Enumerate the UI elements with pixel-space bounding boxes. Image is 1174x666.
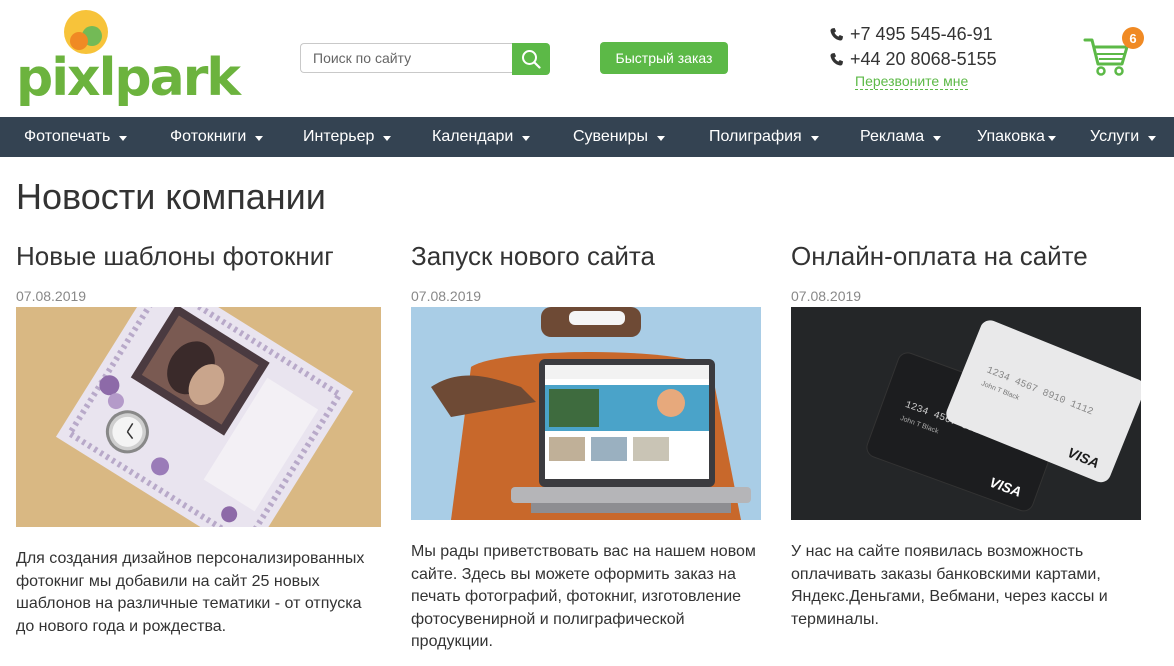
nav-item-interior[interactable]: Интерьер bbox=[303, 117, 392, 157]
news-image-new-site[interactable] bbox=[411, 307, 761, 520]
nav-item-label: Фотопечать bbox=[24, 128, 111, 145]
nav-item-label: Календари bbox=[432, 128, 514, 145]
phone-number: +7 495 545-46-91 bbox=[850, 24, 993, 44]
phone-list: +7 495 545-46-91 +44 20 8068-5155 bbox=[829, 22, 997, 72]
phone-number: +44 20 8068-5155 bbox=[850, 49, 997, 69]
chevron-down-icon bbox=[255, 135, 264, 141]
news-date: 07.08.2019 bbox=[411, 288, 482, 304]
news-text: Для создания дизайнов персонализированны… bbox=[16, 550, 365, 635]
nav-item-label: Услуги bbox=[1090, 128, 1140, 145]
nav-item-advertising[interactable]: Реклама bbox=[860, 117, 942, 157]
laptop-illustration bbox=[411, 307, 761, 520]
logo-text: pixlpark bbox=[16, 48, 241, 108]
chevron-down-icon bbox=[933, 135, 942, 141]
nav-item-services[interactable]: Услуги bbox=[1090, 117, 1157, 157]
news-image-online-payment[interactable]: 1234 4567 8910 1112 John T Black VISA 12… bbox=[791, 307, 1141, 520]
phone-icon bbox=[830, 52, 844, 66]
chevron-down-icon bbox=[656, 135, 665, 141]
nav-item-photoprint[interactable]: Фотопечать bbox=[24, 117, 128, 157]
news-title[interactable]: Онлайн-оплата на сайте bbox=[791, 240, 1143, 272]
quick-order-button[interactable]: Быстрый заказ bbox=[600, 42, 728, 74]
chevron-down-icon bbox=[810, 135, 819, 141]
news-item: Новые шаблоны фотокниг 07.08.2019 Для со… bbox=[16, 240, 384, 638]
bank-cards-illustration: 1234 4567 8910 1112 John T Black VISA 12… bbox=[791, 307, 1141, 520]
page-title: Новости компании bbox=[16, 176, 326, 217]
news-item: Запуск нового сайта 07.08.2019 Мы рады п… bbox=[411, 240, 767, 654]
pixlpark-logo[interactable]: pixlpark bbox=[16, 10, 241, 110]
nav-item-label: Реклама bbox=[860, 128, 925, 145]
search-input[interactable] bbox=[300, 43, 512, 73]
callback-link[interactable]: Перезвоните мне bbox=[855, 73, 969, 90]
nav-item-photobooks[interactable]: Фотокниги bbox=[170, 117, 264, 157]
phone-icon bbox=[830, 27, 844, 41]
news-image-photobook[interactable] bbox=[16, 307, 381, 527]
nav-item-souvenirs[interactable]: Сувениры bbox=[573, 117, 665, 157]
news-title[interactable]: Запуск нового сайта bbox=[411, 240, 767, 272]
nav-item-label: Упаковка bbox=[977, 128, 1045, 145]
photobook-illustration bbox=[16, 307, 381, 527]
nav-item-label: Полиграфия bbox=[709, 128, 802, 145]
cart-count-badge: 6 bbox=[1122, 27, 1144, 49]
news-text: Мы рады приветствовать вас на нашем ново… bbox=[411, 543, 756, 650]
news-date: 07.08.2019 bbox=[16, 288, 87, 304]
nav-item-packaging[interactable]: Упаковка bbox=[977, 117, 1056, 157]
phone-row-ru[interactable]: +7 495 545-46-91 bbox=[829, 22, 997, 47]
nav-item-calendars[interactable]: Календари bbox=[432, 117, 531, 157]
nav-item-label: Фотокниги bbox=[170, 128, 247, 145]
chevron-down-icon bbox=[1047, 135, 1056, 141]
site-header: pixlpark Быстрый заказ +7 495 545-46-91 … bbox=[0, 0, 1174, 117]
nav-item-printing[interactable]: Полиграфия bbox=[709, 117, 819, 157]
nav-item-label: Интерьер bbox=[303, 128, 375, 145]
chevron-down-icon bbox=[119, 135, 128, 141]
news-title[interactable]: Новые шаблоны фотокниг bbox=[16, 240, 384, 272]
main-nav: Фотопечать Фотокниги Интерьер Календари … bbox=[0, 117, 1174, 157]
news-text: У нас на сайте появилась возможность опл… bbox=[791, 543, 1108, 628]
nav-item-label: Сувениры bbox=[573, 128, 648, 145]
search-box bbox=[300, 43, 550, 75]
search-icon bbox=[522, 50, 541, 69]
news-date: 07.08.2019 bbox=[791, 288, 862, 304]
chevron-down-icon bbox=[383, 135, 392, 141]
chevron-down-icon bbox=[1148, 135, 1157, 141]
search-button[interactable] bbox=[512, 43, 550, 75]
phone-row-uk[interactable]: +44 20 8068-5155 bbox=[829, 47, 997, 72]
chevron-down-icon bbox=[522, 135, 531, 141]
news-item: Онлайн-оплата на сайте 07.08.2019 1234 4… bbox=[791, 240, 1143, 631]
